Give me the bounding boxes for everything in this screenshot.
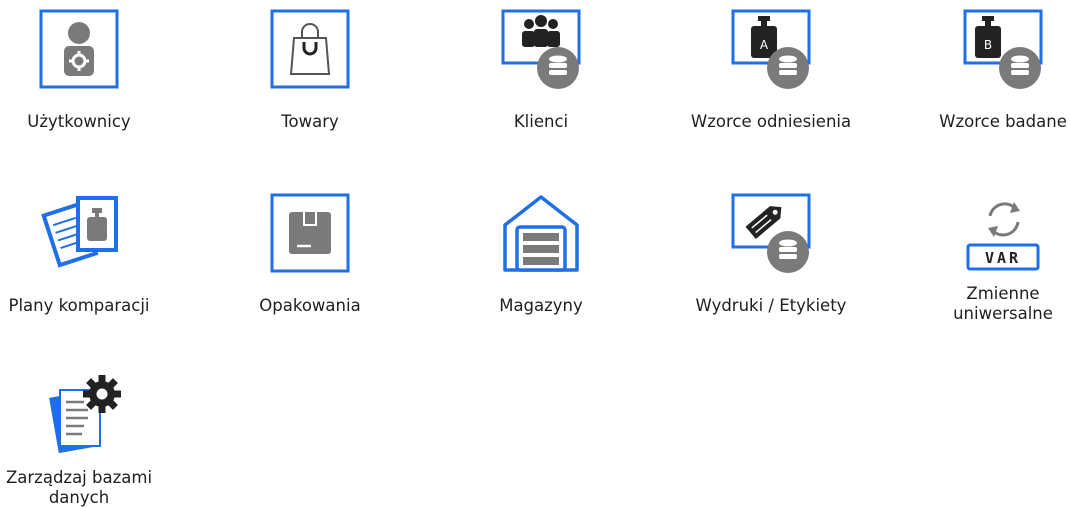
- tile-label-goods: Towary: [281, 112, 339, 131]
- svg-text:B: B: [984, 38, 992, 52]
- user-settings-icon: [38, 8, 120, 90]
- tile-reference-standards[interactable]: A Wzorce odniesienia: [671, 8, 871, 132]
- tile-printouts-labels[interactable]: Wydruki / Etykiety: [671, 192, 871, 316]
- tile-packaging[interactable]: Opakowania: [210, 192, 410, 316]
- tile-label-manage-databases: Zarządzaj bazami danych: [5, 468, 153, 507]
- tile-users[interactable]: Użytkownicy: [0, 8, 179, 132]
- tile-label-universal-variables: Zmienne uniwersalne: [953, 284, 1053, 323]
- tile-tested-standards[interactable]: B Wzorce badane: [903, 8, 1070, 132]
- clients-database-icon: [500, 8, 582, 90]
- tile-label-packaging: Opakowania: [259, 296, 361, 315]
- tile-clients[interactable]: Klienci: [441, 8, 641, 132]
- printouts-labels-icon: [730, 192, 812, 274]
- tile-label-warehouses: Magazyny: [499, 296, 583, 315]
- tile-label-comparison-plans: Plany komparacji: [8, 296, 150, 315]
- tile-warehouses[interactable]: Magazyny: [441, 192, 641, 316]
- tile-comparison-plans[interactable]: Plany komparacji: [0, 192, 179, 316]
- tile-manage-databases[interactable]: Zarządzaj bazami danych: [0, 375, 179, 508]
- tile-label-clients: Klienci: [513, 112, 569, 131]
- warehouse-icon: [500, 192, 582, 274]
- comparison-plans-icon: [38, 192, 120, 274]
- var-badge-text: VAR: [985, 249, 1021, 267]
- tile-label-users: Użytkownicy: [27, 112, 131, 131]
- universal-variables-icon: VAR: [962, 192, 1044, 274]
- tested-weight-b-icon: B: [962, 8, 1044, 90]
- packaging-box-icon: [269, 192, 351, 274]
- shopping-bag-icon: [269, 8, 351, 90]
- tile-goods[interactable]: Towary: [210, 8, 410, 132]
- manage-databases-icon: [38, 375, 121, 458]
- svg-text:A: A: [760, 38, 769, 52]
- tile-label-printouts-labels: Wydruki / Etykiety: [695, 296, 847, 315]
- reference-weight-a-icon: A: [730, 8, 812, 90]
- tile-universal-variables[interactable]: VAR Zmienne uniwersalne: [903, 192, 1070, 324]
- tile-label-reference-standards: Wzorce odniesienia: [690, 112, 852, 131]
- tile-label-tested-standards: Wzorce badane: [939, 112, 1067, 131]
